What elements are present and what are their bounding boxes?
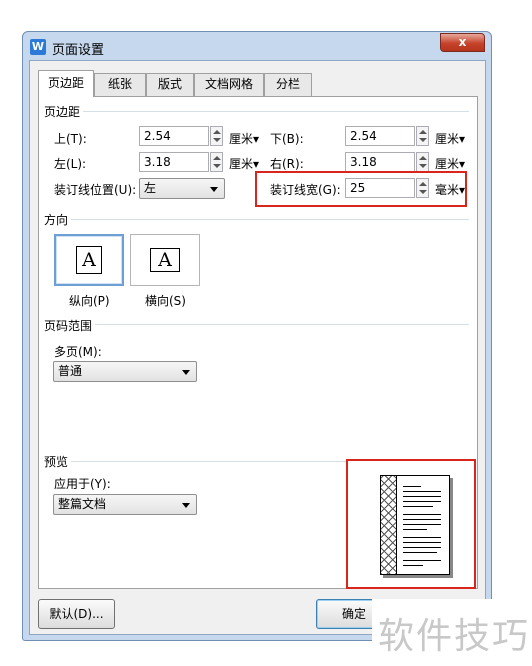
top-margin-unit-dropdown[interactable]: 厘米▾	[229, 130, 259, 147]
multiple-pages-label: 多页(M):	[54, 345, 102, 359]
close-button[interactable]: x	[440, 33, 485, 52]
bottom-margin-input[interactable]: 2.54	[345, 126, 415, 146]
tab-document-grid[interactable]: 文档网格	[194, 73, 264, 96]
tab-paper[interactable]: 纸张	[94, 73, 146, 96]
left-margin-spinner[interactable]	[210, 152, 223, 172]
gutter-width-label: 装订线宽(G):	[270, 183, 341, 197]
landscape-label: 横向(S)	[145, 294, 186, 308]
landscape-option[interactable]: A	[130, 234, 200, 286]
right-margin-spinner[interactable]	[416, 152, 429, 172]
left-margin-label: 左(L):	[54, 157, 87, 171]
gutter-hatch-area	[381, 476, 397, 574]
preview-section-title: 预览	[44, 453, 72, 470]
section-divider	[44, 324, 469, 325]
gutter-position-select[interactable]: 左	[139, 178, 225, 199]
chevron-down-icon	[182, 370, 190, 375]
top-margin-spinner[interactable]	[210, 126, 223, 146]
chevron-down-icon	[210, 187, 218, 192]
gutter-width-unit-dropdown[interactable]: 毫米▾	[435, 181, 465, 198]
right-margin-label: 右(R):	[270, 157, 304, 171]
page-preview	[380, 475, 450, 575]
tab-layout[interactable]: 版式	[146, 73, 194, 96]
chevron-down-icon	[182, 503, 190, 508]
gutter-width-input[interactable]: 25	[345, 178, 415, 198]
bottom-margin-unit-dropdown[interactable]: 厘米▾	[435, 130, 465, 147]
apply-to-value: 整篇文档	[58, 497, 107, 511]
multiple-pages-value: 普通	[58, 364, 83, 378]
gutter-position-value: 左	[144, 181, 157, 195]
tab-columns[interactable]: 分栏	[264, 73, 312, 96]
dialog-title: 页面设置	[52, 43, 105, 58]
top-margin-label: 上(T):	[54, 132, 87, 146]
section-divider	[44, 111, 469, 112]
watermark-text: 软件技巧	[378, 616, 531, 657]
portrait-label: 纵向(P)	[69, 294, 110, 308]
wps-app-icon: W	[30, 39, 46, 55]
orientation-section-title: 方向	[44, 211, 72, 228]
right-margin-unit-dropdown[interactable]: 厘米▾	[435, 155, 465, 172]
tab-margins[interactable]: 页边距	[38, 70, 94, 97]
multiple-pages-select[interactable]: 普通	[53, 361, 197, 382]
gutter-position-label: 装订线位置(U):	[54, 183, 137, 197]
default-button[interactable]: 默认(D)...	[38, 599, 115, 629]
top-margin-input[interactable]: 2.54	[139, 126, 209, 146]
margins-section-title: 页边距	[44, 103, 84, 120]
left-margin-input[interactable]: 3.18	[139, 152, 209, 172]
bottom-margin-spinner[interactable]	[416, 126, 429, 146]
bottom-margin-label: 下(B):	[270, 132, 304, 146]
portrait-option[interactable]: A	[54, 234, 124, 286]
page-range-section-title: 页码范围	[44, 317, 96, 334]
section-divider	[44, 219, 469, 220]
left-margin-unit-dropdown[interactable]: 厘米▾	[229, 155, 259, 172]
landscape-page-icon: A	[150, 248, 180, 272]
apply-to-select[interactable]: 整篇文档	[53, 494, 197, 515]
apply-to-label: 应用于(Y):	[54, 477, 111, 491]
section-divider	[44, 461, 346, 462]
right-margin-input[interactable]: 3.18	[345, 152, 415, 172]
portrait-page-icon: A	[76, 246, 102, 274]
gutter-width-spinner[interactable]	[416, 178, 429, 198]
